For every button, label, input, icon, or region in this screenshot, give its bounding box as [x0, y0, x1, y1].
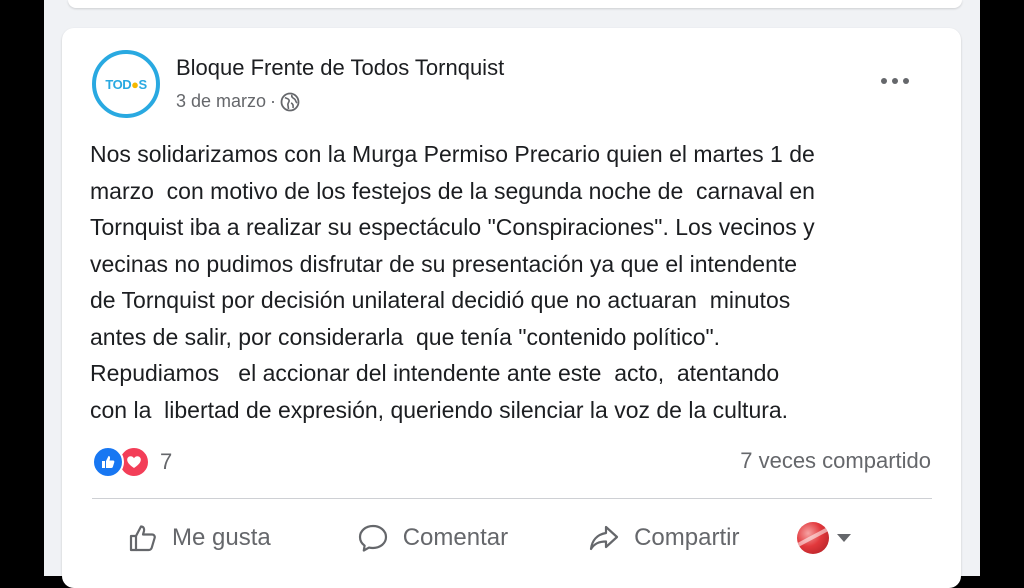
page-name-link[interactable]: Bloque Frente de Todos Tornquist	[176, 55, 504, 81]
dot-icon	[881, 78, 887, 84]
meta-separator: ·	[270, 91, 277, 111]
share-count-link[interactable]: 7 veces compartido	[740, 448, 931, 474]
thumbs-up-icon	[129, 525, 156, 552]
share-button[interactable]: Compartir	[588, 523, 739, 553]
globe-icon[interactable]	[280, 92, 300, 112]
share-label: Compartir	[634, 524, 740, 551]
dot-icon	[892, 78, 898, 84]
comment-label: Comentar	[402, 524, 509, 551]
profile-avatar-icon	[797, 522, 830, 554]
post-meta: 3 de marzo ·	[176, 91, 300, 112]
page-avatar[interactable]: TOD●S	[92, 50, 160, 118]
chevron-down-icon	[837, 534, 852, 542]
comment-button[interactable]: Comentar	[357, 523, 508, 553]
dot-icon	[903, 78, 909, 84]
post-body-text: Nos solidarizamos con la Murga Permiso P…	[90, 141, 815, 423]
avatar-logo: TOD●S	[105, 76, 147, 92]
reactions-summary[interactable]: 7	[92, 446, 172, 478]
previous-post-card	[68, 0, 962, 8]
post-date[interactable]: 3 de marzo	[176, 91, 266, 112]
more-options-button[interactable]	[875, 68, 915, 94]
like-label: Me gusta	[172, 524, 271, 551]
reaction-profile-selector[interactable]	[797, 522, 852, 554]
like-reaction-icon	[92, 446, 124, 478]
like-button[interactable]: Me gusta	[128, 523, 271, 553]
comment-icon	[358, 524, 387, 552]
divider	[92, 498, 932, 499]
post-card: TOD●S Bloque Frente de Todos Tornquist 3…	[62, 28, 961, 588]
reaction-count: 7	[160, 449, 173, 474]
share-icon	[589, 525, 619, 551]
post-actions-bar: Me gusta Comentar Compartir	[92, 510, 932, 566]
